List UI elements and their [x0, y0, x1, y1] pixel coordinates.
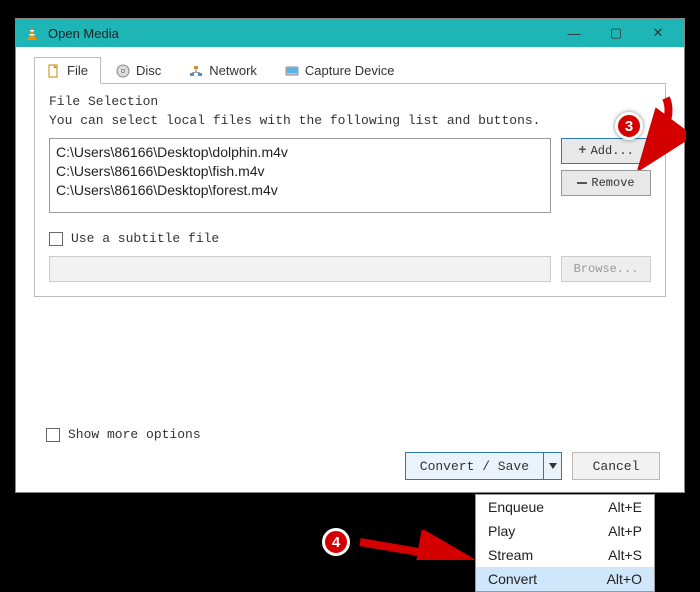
- annotation-badge-3: 3: [615, 112, 643, 140]
- cancel-label: Cancel: [593, 459, 640, 474]
- tab-network[interactable]: Network: [176, 57, 270, 84]
- remove-button-label: Remove: [591, 176, 634, 190]
- menu-item-shortcut: Alt+E: [608, 499, 642, 515]
- tab-file[interactable]: File: [34, 57, 101, 84]
- tab-disc-label: Disc: [136, 63, 161, 78]
- minimize-button[interactable]: —: [556, 21, 592, 45]
- tab-file-label: File: [67, 63, 88, 78]
- menu-item-convert[interactable]: Convert Alt+O: [476, 567, 654, 591]
- browse-button-label: Browse...: [574, 262, 639, 276]
- menu-item-play[interactable]: Play Alt+P: [476, 519, 654, 543]
- plus-icon: +: [578, 143, 586, 159]
- disc-icon: [116, 64, 130, 78]
- vlc-cone-icon: [24, 25, 40, 41]
- menu-item-stream[interactable]: Stream Alt+S: [476, 543, 654, 567]
- network-icon: [189, 64, 203, 78]
- file-item[interactable]: C:\Users\86166\Desktop\dolphin.m4v: [56, 143, 544, 162]
- convert-save-menu: Enqueue Alt+E Play Alt+P Stream Alt+S Co…: [475, 494, 655, 592]
- file-item[interactable]: C:\Users\86166\Desktop\fish.m4v: [56, 162, 544, 181]
- maximize-button[interactable]: ▢: [598, 21, 634, 45]
- subtitle-label: Use a subtitle file: [71, 231, 219, 246]
- window-buttons: — ▢ ✕: [556, 21, 676, 45]
- browse-button: Browse...: [561, 256, 651, 282]
- bottom-buttons: Convert / Save Cancel: [405, 452, 660, 480]
- menu-item-enqueue[interactable]: Enqueue Alt+E: [476, 495, 654, 519]
- tab-capture-label: Capture Device: [305, 63, 395, 78]
- tab-disc[interactable]: Disc: [103, 57, 174, 84]
- more-options-checkbox[interactable]: [46, 428, 60, 442]
- annotation-badge-4: 4: [322, 528, 350, 556]
- file-item[interactable]: C:\Users\86166\Desktop\forest.m4v: [56, 181, 544, 200]
- dropdown-arrow-icon[interactable]: [543, 453, 561, 479]
- tab-capture[interactable]: Capture Device: [272, 57, 408, 84]
- file-panel: File Selection You can select local file…: [34, 83, 666, 297]
- cancel-button[interactable]: Cancel: [572, 452, 660, 480]
- subtitle-path-input: [49, 256, 551, 282]
- menu-item-shortcut: Alt+O: [607, 571, 642, 587]
- menu-item-shortcut: Alt+P: [608, 523, 642, 539]
- window-title: Open Media: [48, 26, 556, 41]
- file-selection-label: File Selection: [49, 94, 651, 109]
- more-options-row: Show more options: [46, 427, 201, 442]
- menu-item-label: Play: [488, 523, 515, 539]
- capture-icon: [285, 64, 299, 78]
- open-media-window: Open Media — ▢ ✕ File Disc Network Captu…: [15, 18, 685, 493]
- file-list[interactable]: C:\Users\86166\Desktop\dolphin.m4v C:\Us…: [49, 138, 551, 213]
- convert-save-button[interactable]: Convert / Save: [405, 452, 562, 480]
- more-options-label: Show more options: [68, 427, 201, 442]
- titlebar: Open Media — ▢ ✕: [16, 19, 684, 47]
- file-icon: [47, 64, 61, 78]
- close-button[interactable]: ✕: [640, 21, 676, 45]
- remove-button[interactable]: Remove: [561, 170, 651, 196]
- tab-network-label: Network: [209, 63, 257, 78]
- tab-bar: File Disc Network Capture Device: [16, 47, 684, 84]
- annotation-arrow-4: [355, 530, 485, 560]
- convert-save-label: Convert / Save: [406, 459, 543, 474]
- menu-item-shortcut: Alt+S: [608, 547, 642, 563]
- menu-item-label: Enqueue: [488, 499, 544, 515]
- minus-icon: [577, 182, 587, 184]
- menu-item-label: Convert: [488, 571, 537, 587]
- subtitle-checkbox[interactable]: [49, 232, 63, 246]
- menu-item-label: Stream: [488, 547, 533, 563]
- file-selection-help: You can select local files with the foll…: [49, 113, 651, 128]
